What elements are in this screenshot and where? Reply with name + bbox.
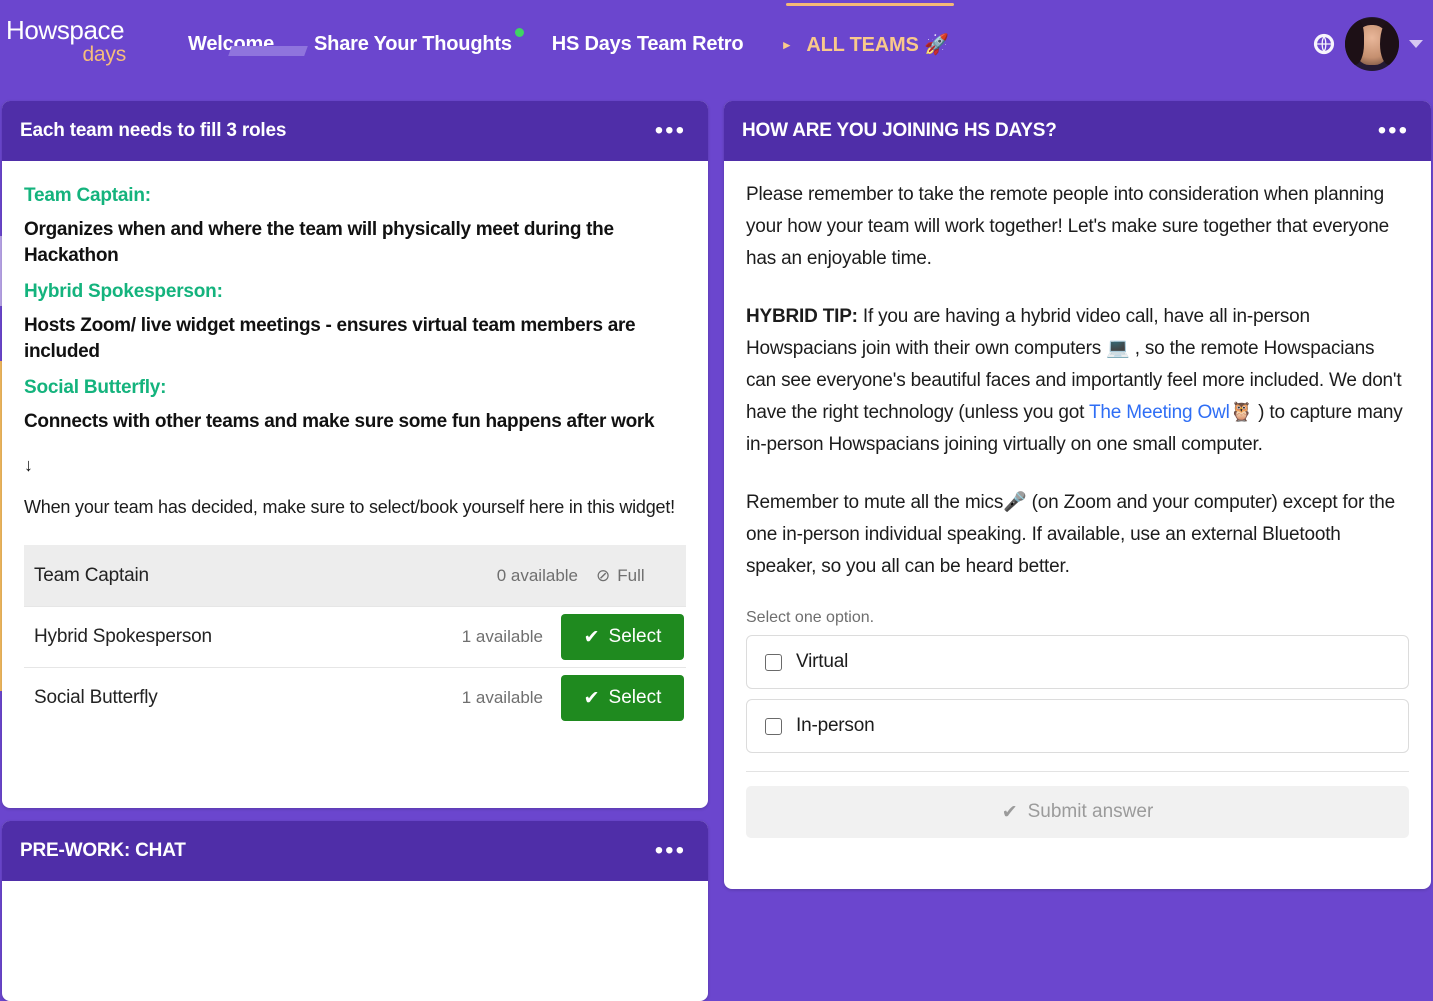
select-role-button[interactable]: ✔ Select	[561, 614, 684, 660]
nav-item-all-teams[interactable]: ▸ ALL TEAMS 🚀	[763, 32, 968, 57]
joining-widget-card: HOW ARE YOU JOINING HS DAYS? ••• Please …	[724, 101, 1431, 889]
chat-card-title: PRE-WORK: CHAT	[20, 840, 186, 861]
nav-item-label: ALL TEAMS 🚀	[806, 33, 949, 56]
hybrid-tip-label: HYBRID TIP:	[746, 306, 858, 327]
roles-card-menu-icon[interactable]: •••	[655, 119, 686, 143]
pre-work-chat-card: PRE-WORK: CHAT •••	[2, 821, 708, 1001]
unread-dot-icon	[514, 27, 524, 37]
avatar[interactable]	[1345, 17, 1399, 71]
logo-sub-text: days	[82, 43, 126, 66]
role-heading-social-butterfly: Social Butterfly:	[24, 377, 167, 398]
join-card-title: HOW ARE YOU JOINING HS DAYS?	[742, 120, 1057, 141]
chat-first-message	[24, 899, 686, 915]
arrow-down-icon: ↓	[24, 455, 33, 475]
nav-item-welcome[interactable]: Welcome	[168, 33, 308, 56]
app-logo[interactable]: Howspace days	[6, 16, 126, 66]
checkbox-icon[interactable]	[765, 653, 782, 671]
join-intro-paragraph: Please remember to take the remote peopl…	[746, 184, 1389, 269]
option-label: In-person	[796, 715, 875, 736]
status-badge: Full	[617, 565, 645, 585]
role-description-team-captain: Organizes when and where the team will p…	[24, 219, 614, 266]
checkbox-icon[interactable]	[765, 717, 782, 735]
role-heading-team-captain: Team Captain:	[24, 185, 151, 206]
role-row-name: Social Butterfly	[34, 687, 158, 708]
join-card-body: Please remember to take the remote peopl…	[724, 161, 1431, 852]
join-card-header: HOW ARE YOU JOINING HS DAYS? •••	[724, 101, 1431, 161]
top-navbar: Howspace days Welcome Share Your Thought…	[0, 0, 1433, 88]
select-button-label: Select	[608, 687, 662, 708]
submit-answer-label: Submit answer	[1027, 801, 1154, 822]
owl-icon: 🦉	[1229, 402, 1254, 423]
chat-card-menu-icon[interactable]: •••	[655, 839, 686, 863]
panel-stage: Each team needs to fill 3 roles ••• Team…	[0, 88, 1433, 1001]
roles-booking-table: Team Captain 0 available ⊘ Full Hybrid S…	[24, 545, 686, 728]
ban-icon: ⊘	[596, 565, 611, 585]
nav-item-label: HS Days Team Retro	[551, 32, 744, 55]
role-row-availability: 1 available	[461, 688, 543, 707]
globe-icon[interactable]	[1313, 33, 1335, 55]
roles-instruction-note: When your team has decided, make sure to…	[24, 497, 675, 517]
role-description-hybrid-spokesperson: Hosts Zoom/ live widget meetings - ensur…	[24, 315, 636, 362]
mute-mics-paragraph: Remember to mute all the mics🎤 (on Zoom …	[746, 492, 1395, 577]
chevron-down-icon[interactable]	[1409, 40, 1423, 48]
avatar-hair-right	[1380, 19, 1399, 65]
submit-answer-button[interactable]: ✔ Submit answer	[746, 786, 1409, 838]
chat-card-body	[2, 881, 708, 929]
role-row-name: Hybrid Spokesperson	[34, 626, 212, 647]
select-role-button[interactable]: ✔ Select	[561, 675, 684, 721]
role-row-availability: 0 available	[496, 565, 578, 585]
join-card-menu-icon[interactable]: •••	[1378, 119, 1409, 143]
roles-widget-card: Each team needs to fill 3 roles ••• Team…	[2, 101, 708, 808]
role-row-availability: 1 available	[461, 627, 543, 646]
table-row[interactable]: Team Captain 0 available ⊘ Full	[24, 545, 686, 606]
nav-item-hs-days-team-retro[interactable]: HS Days Team Retro	[532, 33, 764, 56]
meeting-owl-link[interactable]: The Meeting Owl	[1089, 402, 1230, 423]
active-tab-top-rule	[786, 3, 954, 6]
roles-card-header: Each team needs to fill 3 roles •••	[2, 101, 708, 161]
roles-card-title: Each team needs to fill 3 roles	[20, 120, 287, 141]
form-divider	[746, 771, 1409, 772]
table-row[interactable]: Social Butterfly 1 available ✔ Select	[24, 667, 686, 728]
nav-right-controls	[1313, 0, 1427, 88]
role-heading-hybrid-spokesperson: Hybrid Spokesperson:	[24, 281, 223, 302]
avatar-hair-left	[1345, 19, 1364, 65]
option-label: Virtual	[796, 651, 849, 672]
check-icon: ✔	[583, 687, 600, 709]
caret-right-icon: ▸	[783, 36, 790, 52]
role-row-name: Team Captain	[34, 564, 149, 586]
logo-main-text: Howspace	[6, 15, 125, 45]
nav-items: Welcome Share Your Thoughts HS Days Team…	[168, 27, 969, 57]
option-virtual[interactable]: Virtual	[746, 635, 1409, 689]
role-description-social-butterfly: Connects with other teams and make sure …	[24, 411, 655, 432]
select-one-option-hint: Select one option.	[746, 609, 875, 626]
check-icon: ✔	[583, 626, 600, 648]
hybrid-tip-paragraph: HYBRID TIP: If you are having a hybrid v…	[746, 301, 1409, 461]
nav-item-share-your-thoughts[interactable]: Share Your Thoughts	[294, 27, 532, 56]
option-in-person[interactable]: In-person	[746, 699, 1409, 753]
roles-card-body: Team Captain: Organizes when and where t…	[2, 161, 708, 742]
check-icon: ✔	[1001, 801, 1018, 823]
select-button-label: Select	[608, 626, 662, 647]
nav-item-label: Share Your Thoughts	[314, 32, 512, 55]
table-row[interactable]: Hybrid Spokesperson 1 available ✔ Select	[24, 606, 686, 667]
chat-card-header: PRE-WORK: CHAT •••	[2, 821, 708, 881]
role-row-status: ⊘ Full	[596, 566, 684, 586]
